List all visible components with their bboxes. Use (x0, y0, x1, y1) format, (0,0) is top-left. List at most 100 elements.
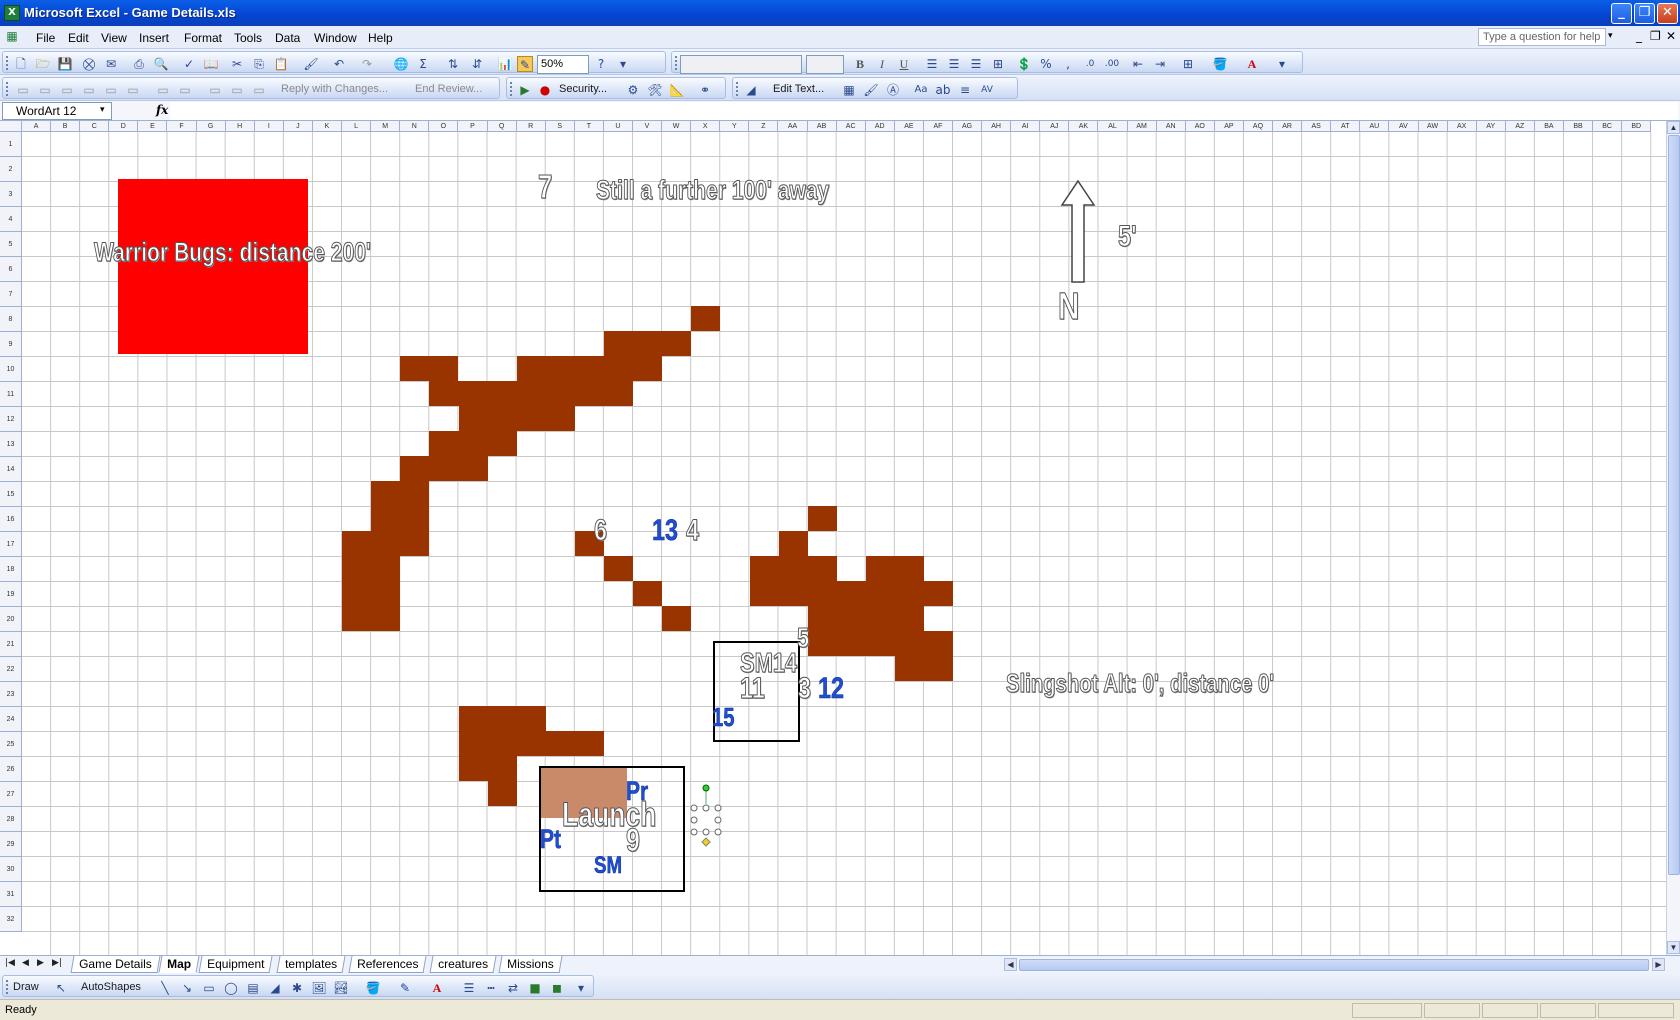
row-header[interactable]: 1 (0, 132, 22, 157)
email-icon[interactable]: ✉ (103, 56, 119, 72)
toolbar-grip-icon[interactable] (510, 82, 513, 96)
sheet-tab-missions[interactable]: Missions (498, 956, 563, 973)
scroll-up-icon[interactable]: ▲ (1667, 121, 1680, 134)
row-header[interactable]: 7 (0, 282, 22, 307)
row-header[interactable]: 8 (0, 307, 22, 332)
restore-button[interactable]: ❐ (1634, 3, 1655, 24)
column-header[interactable]: AK (1069, 121, 1099, 132)
clip-art-icon[interactable]: 🖼 (311, 980, 327, 996)
sheet-tab-creatures[interactable]: creatures (429, 956, 497, 973)
column-header[interactable]: F (167, 121, 197, 132)
terrain-cell[interactable] (633, 581, 663, 606)
select-all-button[interactable] (0, 121, 22, 132)
spelling-icon[interactable]: ✓ (181, 56, 197, 72)
align-left-icon[interactable]: ☰ (924, 56, 940, 72)
slingshot-label[interactable]: Slingshot Alt: 0', distance 0' (1006, 669, 1275, 696)
font-color-icon[interactable]: A (1244, 56, 1260, 72)
arrow-style-icon[interactable]: ⇄ (505, 980, 521, 996)
terrain-cell[interactable] (342, 606, 401, 631)
column-header[interactable]: AE (894, 121, 924, 132)
marker-11-label[interactable]: 11 (740, 673, 766, 704)
row-header[interactable]: 14 (0, 457, 22, 482)
record-macro-icon[interactable]: ● (537, 82, 553, 98)
marker-3-label[interactable]: 3 (798, 673, 812, 704)
first-sheet-icon[interactable]: |◀ (5, 958, 15, 968)
script-editor-icon[interactable]: ⚭ (697, 82, 713, 98)
copy-icon[interactable]: ⎘ (251, 56, 267, 72)
prev-sheet-icon[interactable]: ◀ (22, 958, 29, 968)
next-comment-icon[interactable]: ▭ (59, 82, 75, 98)
end-review-button[interactable]: End Review... (415, 83, 482, 95)
zoom-select[interactable]: 50% (537, 55, 589, 74)
workbook-close-icon[interactable]: ✕ (1666, 29, 1676, 43)
select-objects-icon[interactable]: ↖ (53, 980, 69, 996)
print-preview-icon[interactable]: 🔍 (153, 56, 169, 72)
show-all-comments-icon[interactable]: ▭ (103, 82, 119, 98)
terrain-cell[interactable] (604, 556, 634, 581)
column-header[interactable]: AL (1098, 121, 1128, 132)
terrain-cell[interactable] (895, 631, 954, 656)
north-arrow-icon[interactable] (1058, 179, 1098, 285)
comma-style-icon[interactable]: , (1060, 56, 1076, 72)
insert-function-icon[interactable]: fx (156, 103, 168, 117)
cell-area[interactable]: Warrior Bugs: distance 200' 7 Still a fu… (22, 132, 1666, 955)
wordart-alignment-icon[interactable]: ≡ (957, 82, 973, 98)
column-header[interactable]: AJ (1040, 121, 1070, 132)
name-box[interactable]: WordArt 12 (2, 102, 112, 120)
terrain-cell[interactable] (429, 431, 517, 456)
format-wordart-icon[interactable]: 🖌 (863, 82, 879, 98)
toolbar-options-icon[interactable]: ▾ (573, 980, 589, 996)
increase-indent-icon[interactable]: ⇥ (1152, 56, 1168, 72)
menu-tools[interactable]: Tools (234, 31, 262, 45)
terrain-cell[interactable] (458, 731, 604, 756)
column-header[interactable]: AZ (1505, 121, 1535, 132)
redo-icon[interactable]: ↷ (359, 56, 375, 72)
excel-app-icon[interactable]: X (4, 5, 20, 21)
marker-6-label[interactable]: 6 (594, 515, 608, 546)
horizontal-scroll-thumb[interactable] (1019, 959, 1649, 971)
terrain-cell[interactable] (749, 556, 837, 581)
terrain-cell[interactable] (749, 581, 954, 606)
toolbar-grip-icon[interactable] (675, 56, 678, 70)
menu-insert[interactable]: Insert (139, 31, 169, 45)
terrain-cell[interactable] (487, 781, 517, 806)
row-header[interactable]: 24 (0, 707, 22, 732)
wordart-selection-handles[interactable] (686, 784, 726, 854)
font-size-select[interactable] (806, 55, 844, 74)
new-icon[interactable]: 🗋 (13, 56, 29, 72)
control-toolbox-icon[interactable]: 🛠 (647, 82, 663, 98)
menu-window[interactable]: Window (314, 31, 357, 45)
row-header[interactable]: 3 (0, 182, 22, 207)
ink-icon[interactable]: ▭ (251, 82, 267, 98)
sort-ascending-icon[interactable]: ⇅ (445, 56, 461, 72)
sheet-tab-equipment[interactable]: Equipment (198, 956, 273, 973)
still-further-label[interactable]: Still a further 100' away (596, 176, 830, 204)
fill-color-icon[interactable]: 🪣 (1212, 56, 1228, 72)
prev-comment-icon[interactable]: ▭ (37, 82, 53, 98)
hyperlink-icon[interactable]: 🌐 (393, 56, 409, 72)
pt-label[interactable]: Pt (540, 825, 561, 853)
wordart-vertical-text-icon[interactable]: ab (935, 82, 951, 98)
column-header[interactable]: AQ (1243, 121, 1274, 132)
terrain-cell[interactable] (458, 406, 575, 431)
oval-icon[interactable]: ◯ (223, 980, 239, 996)
terrain-cell[interactable] (662, 606, 692, 631)
percent-icon[interactable]: % (1038, 56, 1054, 72)
increase-decimal-icon[interactable]: .0 (1082, 56, 1098, 72)
arrow-icon[interactable]: ↘ (179, 980, 195, 996)
insert-picture-icon[interactable]: 🏞 (333, 980, 349, 996)
drawing-icon[interactable]: ✎ (517, 56, 533, 72)
column-header[interactable]: B (51, 121, 81, 132)
column-header[interactable]: G (196, 121, 226, 132)
row-header[interactable]: 4 (0, 207, 22, 232)
toolbar-options-icon[interactable]: ▾ (1274, 56, 1290, 72)
wordart-gallery-icon[interactable]: ▦ (841, 82, 857, 98)
column-header[interactable]: K (312, 121, 343, 132)
column-header[interactable]: W (662, 121, 692, 132)
column-header[interactable]: Q (487, 121, 517, 132)
column-header[interactable]: AD (865, 121, 895, 132)
last-sheet-icon[interactable]: ▶| (52, 958, 62, 968)
terrain-cell[interactable] (400, 356, 459, 381)
3d-style-icon[interactable]: ◼ (549, 980, 565, 996)
column-header[interactable]: X (691, 121, 721, 132)
